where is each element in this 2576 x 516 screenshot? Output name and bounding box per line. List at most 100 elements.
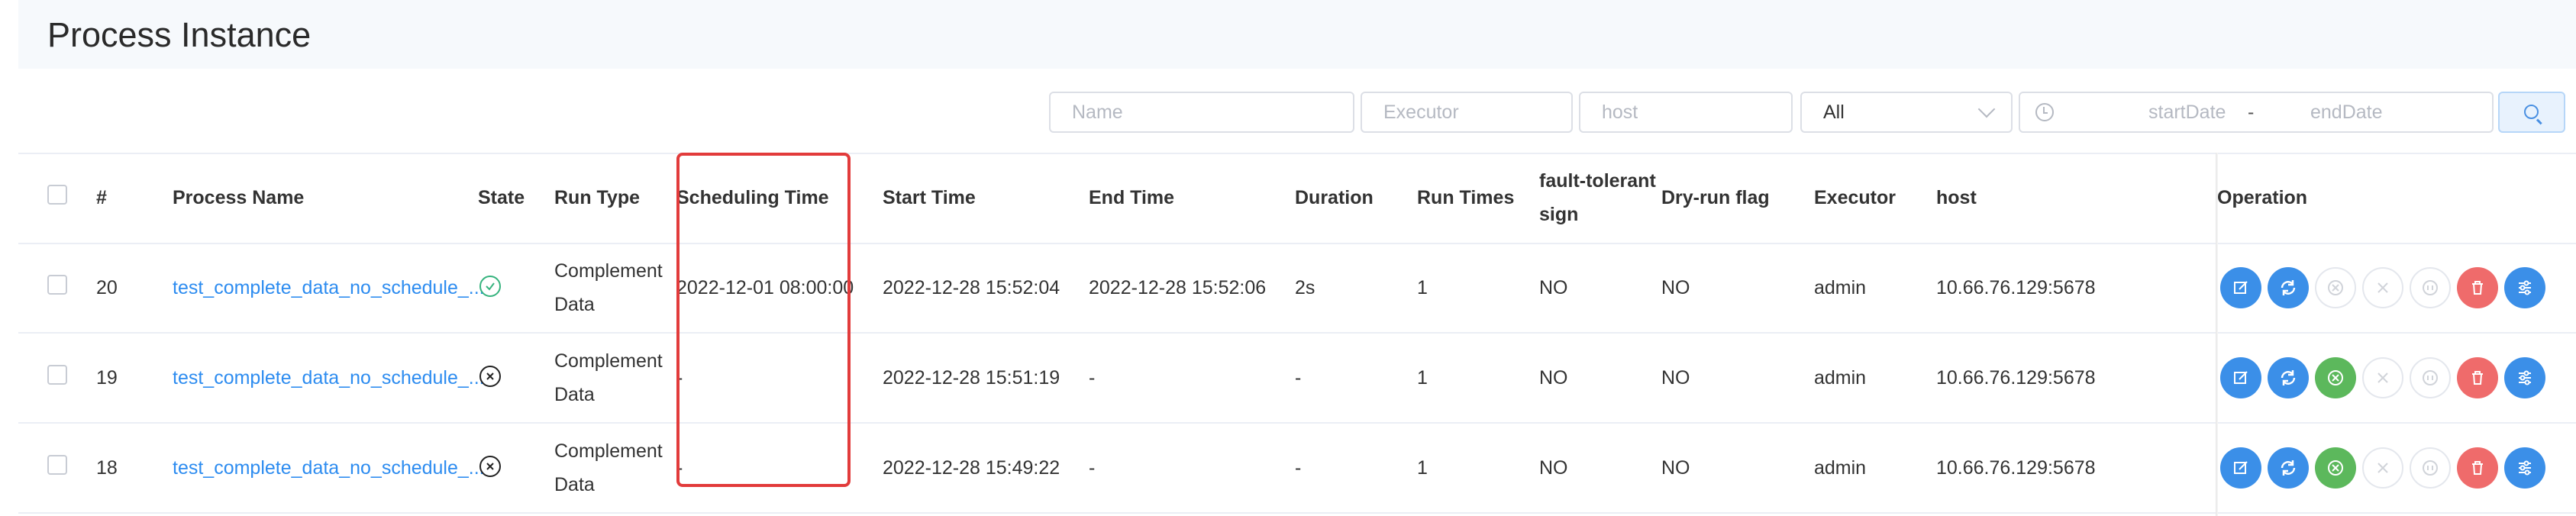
host-search-input[interactable]: host (1579, 92, 1793, 133)
pause-button[interactable] (2410, 267, 2451, 308)
delete-icon (2472, 371, 2483, 385)
edit-icon (2234, 371, 2248, 384)
search-button[interactable] (2498, 92, 2565, 133)
start-time: 2022-12-28 15:49:22 (883, 457, 1060, 479)
rerun-button[interactable] (2268, 447, 2309, 489)
row-index: 18 (96, 457, 118, 479)
row-index: 20 (96, 277, 118, 298)
dry-run-flag: NO (1661, 277, 1690, 298)
annotation-highlight-box (676, 153, 851, 487)
search-icon (2524, 105, 2539, 119)
failure-icon (479, 456, 501, 477)
stop-button[interactable] (2362, 267, 2403, 308)
run-times: 1 (1417, 367, 1428, 389)
state-select[interactable]: All (1800, 92, 2013, 133)
column-header-dry-run: Dry-run flag (1661, 187, 1770, 208)
pause-icon (2423, 460, 2438, 476)
host: 10.66.76.129:5678 (1936, 277, 2096, 298)
recover-failed-icon (2328, 370, 2343, 385)
gantt-icon (2519, 280, 2531, 295)
run-type-line2: Data (554, 294, 595, 315)
end-date-input[interactable]: endDate (2310, 102, 2383, 124)
gantt-button[interactable] (2504, 357, 2545, 398)
stop-icon (2377, 372, 2388, 383)
pause-button[interactable] (2410, 447, 2451, 489)
table-top-border (18, 153, 2576, 154)
run-type: Complement (554, 350, 663, 372)
pause-button[interactable] (2410, 357, 2451, 398)
select-all-checkbox[interactable] (47, 185, 67, 205)
run-type-line2: Data (554, 474, 595, 495)
process-name-link[interactable]: test_complete_data_no_schedule_... (173, 360, 485, 395)
rerun-icon (2281, 460, 2296, 476)
stop-button[interactable] (2362, 447, 2403, 489)
delete-icon (2472, 461, 2483, 475)
edit-button[interactable] (2220, 357, 2261, 398)
gantt-icon (2519, 370, 2531, 385)
gantt-button[interactable] (2504, 267, 2545, 308)
column-header-operation: Operation (2217, 187, 2308, 208)
name-placeholder: Name (1072, 101, 1123, 123)
column-header-fault-tolerant-line2: sign (1539, 204, 1579, 225)
success-icon (479, 276, 501, 297)
gantt-button[interactable] (2504, 447, 2545, 489)
recover-failed-button[interactable] (2315, 357, 2356, 398)
end-time: - (1089, 367, 1096, 389)
start-date-input[interactable]: startDate (2148, 102, 2226, 124)
row-checkbox[interactable] (47, 455, 67, 475)
pause-icon (2423, 280, 2438, 295)
process-name-link[interactable]: test_complete_data_no_schedule_... (173, 270, 485, 305)
recover-failed-button[interactable] (2315, 267, 2356, 308)
column-header-host: host (1936, 187, 1977, 208)
executor: admin (1814, 367, 1867, 389)
date-range-picker[interactable]: startDate - endDate (2019, 92, 2494, 133)
header-divider (18, 243, 2576, 244)
process-name-link[interactable]: test_complete_data_no_schedule_... (173, 450, 485, 485)
host-placeholder: host (1602, 101, 1638, 123)
edit-icon (2234, 461, 2248, 474)
dry-run-flag: NO (1661, 367, 1690, 389)
gantt-icon (2519, 460, 2531, 476)
row-divider (18, 422, 2576, 424)
row-checkbox[interactable] (47, 275, 67, 295)
delete-button[interactable] (2457, 357, 2498, 398)
rerun-icon (2281, 280, 2296, 295)
executor-search-input[interactable]: Executor (1361, 92, 1573, 133)
clock-icon (2035, 103, 2054, 121)
name-search-input[interactable]: Name (1049, 92, 1354, 133)
rerun-button[interactable] (2268, 357, 2309, 398)
column-header-executor: Executor (1814, 187, 1896, 208)
stop-button[interactable] (2362, 357, 2403, 398)
start-time: 2022-12-28 15:51:19 (883, 367, 1060, 389)
host: 10.66.76.129:5678 (1936, 457, 2096, 479)
delete-button[interactable] (2457, 267, 2498, 308)
date-separator: - (2248, 101, 2255, 123)
failure-icon (479, 366, 501, 387)
edit-button[interactable] (2220, 447, 2261, 489)
edit-button[interactable] (2220, 267, 2261, 308)
duration: 2s (1295, 277, 1315, 298)
run-times: 1 (1417, 457, 1428, 479)
rerun-icon (2281, 370, 2296, 385)
edit-icon (2234, 281, 2248, 294)
row-index: 19 (96, 367, 118, 389)
executor-placeholder: Executor (1383, 101, 1459, 123)
fault-tolerant-sign: NO (1539, 367, 1568, 389)
column-header-end-time: End Time (1089, 187, 1175, 208)
row-checkbox[interactable] (47, 365, 67, 385)
delete-icon (2472, 281, 2483, 295)
delete-button[interactable] (2457, 447, 2498, 489)
row-divider (18, 512, 2576, 514)
executor: admin (1814, 277, 1867, 298)
run-type: Complement (554, 260, 663, 282)
host: 10.66.76.129:5678 (1936, 367, 2096, 389)
column-header-duration: Duration (1295, 187, 1374, 208)
recover-failed-button[interactable] (2315, 447, 2356, 489)
fault-tolerant-sign: NO (1539, 457, 1568, 479)
rerun-button[interactable] (2268, 267, 2309, 308)
pause-icon (2423, 370, 2438, 385)
column-header-fault-tolerant: fault-tolerant (1539, 170, 1656, 192)
end-time: - (1089, 457, 1096, 479)
run-times: 1 (1417, 277, 1428, 298)
duration: - (1295, 457, 1302, 479)
